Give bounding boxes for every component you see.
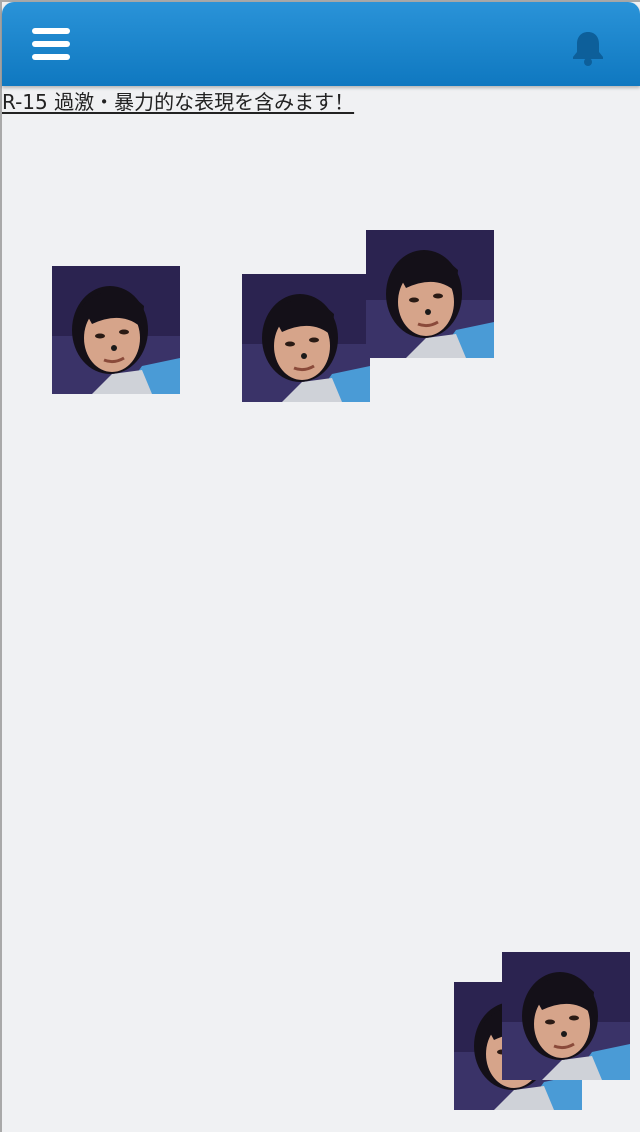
menu-icon-bar <box>32 28 70 34</box>
bell-icon <box>573 32 603 66</box>
app-header <box>2 2 640 86</box>
user-avatar-photo <box>242 274 370 402</box>
menu-button[interactable] <box>30 26 74 62</box>
user-avatar-photo <box>52 266 180 394</box>
content-warning-link[interactable]: R-15 過激・暴力的な表現を含みます！ <box>2 90 354 114</box>
avatar-image[interactable] <box>366 230 494 358</box>
avatar-image[interactable] <box>502 952 630 1080</box>
menu-icon-bar <box>32 41 70 47</box>
avatar-image[interactable] <box>52 266 180 394</box>
avatar-image[interactable] <box>242 274 370 402</box>
user-avatar-photo <box>366 230 494 358</box>
notification-button[interactable] <box>568 28 608 68</box>
user-avatar-photo <box>502 952 630 1080</box>
menu-icon-bar <box>32 54 70 60</box>
